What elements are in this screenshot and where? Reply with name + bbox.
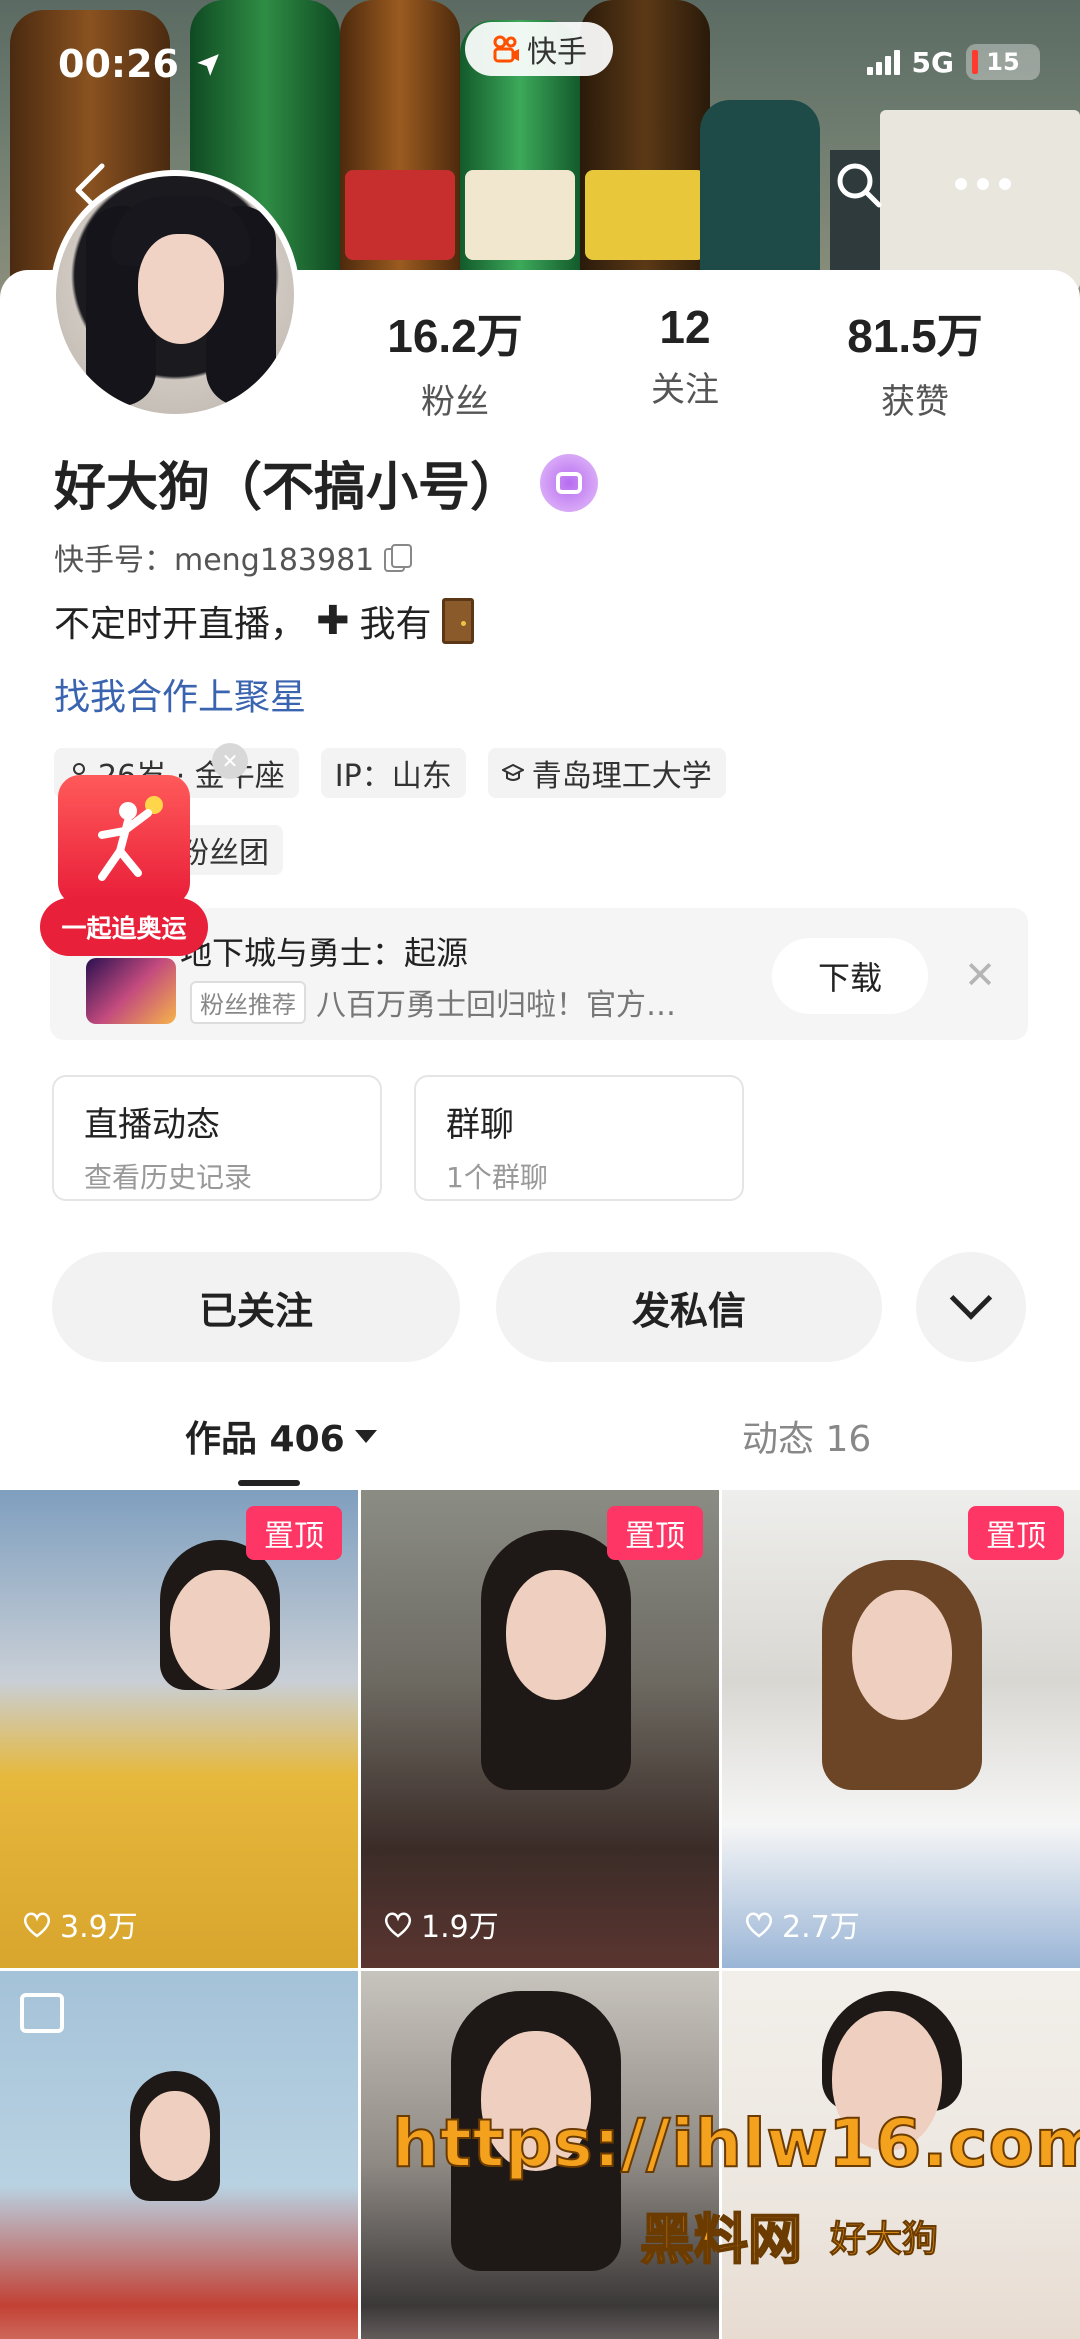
game-title: 地下城与勇士：起源 <box>180 934 469 972</box>
volleyball-player-icon <box>98 796 163 881</box>
card-subtitle: 查看历史记录 <box>84 1161 253 1194</box>
stat-fans[interactable]: 16.2万 粉丝 <box>345 300 565 423</box>
photo-label <box>465 170 575 260</box>
more-options-icon[interactable] <box>955 178 1015 192</box>
kuaishou-logo-icon <box>493 35 519 63</box>
gallery-icon <box>20 1993 64 2033</box>
graduation-cap-icon <box>501 763 524 781</box>
copy-icon[interactable] <box>384 544 413 572</box>
status-indicators: 5G 15 <box>866 44 1040 80</box>
photo-object <box>880 110 1080 290</box>
stat-following[interactable]: 12 关注 <box>575 300 795 423</box>
watermark-name: 好大狗 <box>829 2219 939 2261</box>
like-count-value: 1.9万 <box>421 1910 499 1945</box>
kuaishou-id: 快手号：meng183981 <box>54 535 413 579</box>
pinned-badge: 置顶 <box>607 1506 703 1560</box>
plus-icon: ✚ <box>316 598 350 644</box>
bio-text: 不定时开直播， <box>54 604 307 645</box>
game-thumbnail <box>86 958 176 1024</box>
heart-icon <box>23 1912 51 1938</box>
chevron-down-icon <box>949 1277 993 1320</box>
tab-works[interactable]: 作品 406 <box>185 1410 377 1462</box>
location-arrow-icon <box>197 54 219 76</box>
tag-ip-location: IP：山东 <box>320 748 466 798</box>
profile-name-row: 好大狗（不搞小号） <box>54 445 599 520</box>
tab-indicator <box>238 1480 300 1486</box>
download-button[interactable]: 下载 <box>772 938 928 1014</box>
tab-dynamics[interactable]: 动态 16 <box>742 1410 871 1462</box>
stat-value: 81.5万 <box>847 310 983 362</box>
network-label: 5G <box>911 45 954 79</box>
heart-icon <box>745 1912 773 1938</box>
photo-label <box>345 170 455 260</box>
pinned-badge: 置顶 <box>968 1506 1064 1560</box>
kuaishou-app-badge[interactable]: 快手 <box>465 22 613 76</box>
followed-button[interactable]: 已关注 <box>52 1252 460 1362</box>
cooperation-link[interactable]: 找我合作上聚星 <box>54 668 306 720</box>
like-count-value: 2.7万 <box>782 1910 860 1945</box>
stat-likes[interactable]: 81.5万 获赞 <box>805 300 1025 423</box>
watermark-url: https://ihlw16.com <box>391 2104 1080 2183</box>
stat-value: 12 <box>659 301 711 353</box>
card-title: 群聊 <box>446 1105 514 1145</box>
photo-label <box>585 170 705 260</box>
video-tile[interactable]: 置顶 1.9万 <box>361 1490 719 1968</box>
card-subtitle: 1个群聊 <box>446 1161 548 1194</box>
dropdown-triangle-icon <box>354 1429 377 1443</box>
watermark-site: 黑料网 <box>639 2207 803 2272</box>
stat-value: 16.2万 <box>387 310 523 362</box>
app-badge-label: 快手 <box>527 35 587 70</box>
battery-icon: 15 <box>966 44 1040 80</box>
heart-icon <box>384 1912 412 1938</box>
battery-level: 15 <box>986 48 1020 76</box>
send-message-button[interactable]: 发私信 <box>496 1252 882 1362</box>
kuaishou-id-text: 快手号：meng183981 <box>54 543 375 578</box>
like-count: 1.9万 <box>383 1902 499 1946</box>
search-icon[interactable] <box>834 160 884 210</box>
profile-tags: 26岁 · 金牛座 IP：山东 青岛理工大学 <box>54 748 1044 798</box>
game-subline: 粉丝推荐 八百万勇士回归啦！官方… <box>190 980 676 1024</box>
video-tile[interactable]: 置顶 2.7万 <box>722 1490 1080 1968</box>
like-count: 3.9万 <box>22 1902 138 1946</box>
pinned-badge: 置顶 <box>246 1506 342 1560</box>
stat-label: 关注 <box>651 370 719 410</box>
video-tile[interactable] <box>0 1971 358 2339</box>
bio-suffix: 我有 <box>359 604 432 645</box>
fans-recommend-badge: 粉丝推荐 <box>190 980 306 1024</box>
expand-more-button[interactable] <box>916 1252 1026 1362</box>
live-history-card[interactable]: 直播动态 查看历史记录 <box>52 1075 382 1201</box>
like-count: 2.7万 <box>744 1902 860 1946</box>
tab-label: 作品 406 <box>185 1419 345 1460</box>
stat-label: 粉丝 <box>421 382 489 422</box>
video-tile[interactable]: 置顶 3.9万 <box>0 1490 358 1968</box>
tag-label: IP：山东 <box>334 759 452 794</box>
status-time: 00:26 <box>58 42 179 86</box>
tag-school[interactable]: 青岛理工大学 <box>487 748 726 798</box>
group-chat-card[interactable]: 群聊 1个群聊 <box>414 1075 744 1201</box>
tag-label: 青岛理工大学 <box>531 759 712 794</box>
game-description: 八百万勇士回归啦！官方… <box>316 988 676 1023</box>
olympic-close-icon[interactable]: ✕ <box>212 743 248 779</box>
olympic-label[interactable]: 一起追奥运 <box>40 898 208 956</box>
profile-name: 好大狗（不搞小号） <box>54 458 523 518</box>
close-icon[interactable]: ✕ <box>955 950 1005 1000</box>
verified-badge-icon[interactable] <box>540 453 599 512</box>
profile-bio: 不定时开直播， ✚ 我有 <box>54 595 474 647</box>
stat-label: 获赞 <box>881 382 949 422</box>
olympic-widget[interactable] <box>58 775 190 905</box>
signal-icon <box>866 49 900 75</box>
profile-stats: 16.2万 粉丝 12 关注 81.5万 获赞 <box>340 300 1030 423</box>
door-icon <box>441 598 474 644</box>
like-count-value: 3.9万 <box>60 1910 138 1945</box>
avatar[interactable] <box>50 170 300 420</box>
card-title: 直播动态 <box>84 1105 220 1145</box>
